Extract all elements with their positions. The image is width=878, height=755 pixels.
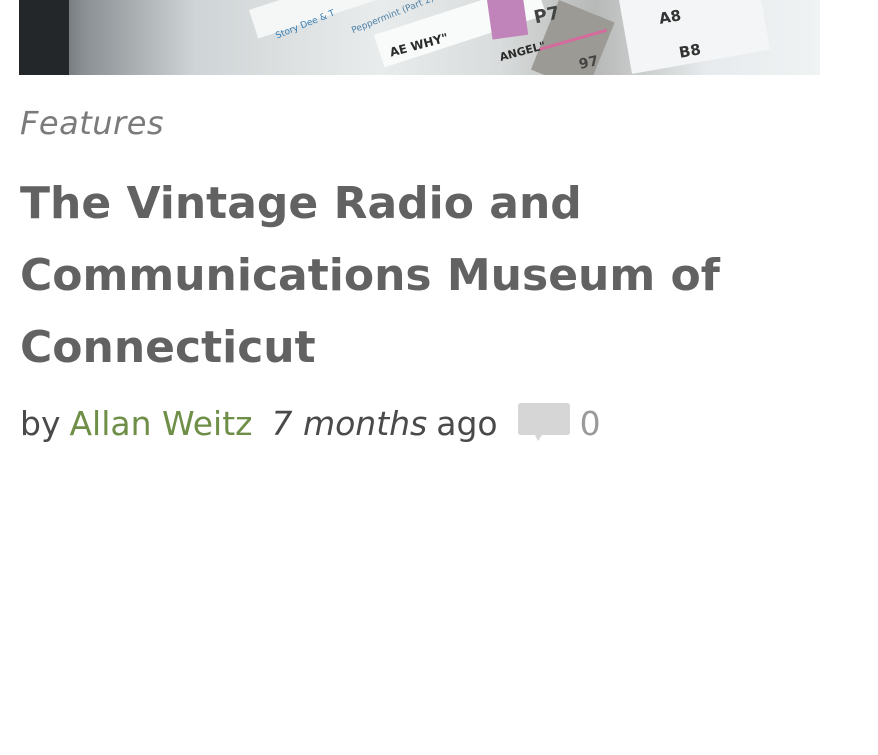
comment-count[interactable]: 0 (580, 404, 601, 443)
post-age-suffix: ago (436, 403, 498, 443)
hero-image-text: B8 (677, 40, 703, 62)
hero-image-text: 97 (577, 53, 600, 73)
post-age: 7 months (271, 403, 428, 443)
hero-image-text: A8 (657, 6, 683, 28)
speech-bubble-icon-graphic (517, 403, 570, 441)
article-byline: by Allan Weitz 7 months ago 0 (20, 400, 601, 446)
hero-shape (487, 0, 529, 40)
article-title[interactable]: The Vintage Radio and Communications Mus… (20, 168, 740, 384)
article-category[interactable]: Features (20, 104, 164, 142)
speech-bubble-icon[interactable] (517, 403, 570, 443)
hero-shape (19, 0, 69, 75)
author-link[interactable]: Allan Weitz (69, 404, 252, 443)
article-hero-image[interactable]: AE WHY" ANGEL" P7 A8 B8 97 Story Dee & T… (19, 0, 820, 75)
hero-shape (619, 0, 770, 74)
byline-prefix: by (20, 403, 61, 443)
